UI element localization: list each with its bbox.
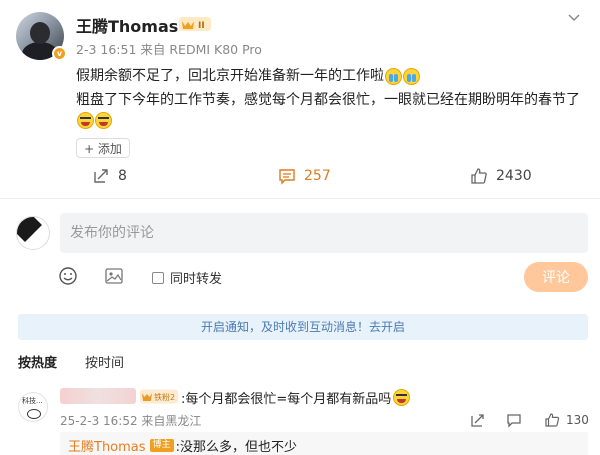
reply-text: :没那么多，但也不少 — [175, 440, 297, 455]
post-header: v 王腾Thomas II 2-3 16:51 来自 REDMI K80 Pro — [16, 10, 586, 61]
author-username[interactable]: 王腾Thomas — [76, 13, 178, 37]
like-button[interactable]: 2430 — [470, 164, 532, 188]
comment-body: :每个月都会很忙=每个月都有新品吗 — [181, 392, 392, 407]
comment-icon — [279, 169, 295, 185]
add-button[interactable]: + 添加 — [76, 138, 130, 158]
repost-checkbox[interactable]: 同时转发 — [152, 268, 222, 287]
post-line-3 — [76, 112, 596, 129]
submit-comment-button[interactable]: 评论 — [524, 262, 588, 292]
sort-tabs: 按热度 按时间 — [18, 352, 152, 374]
crown-badge-level: II — [198, 21, 205, 31]
thumbs-up-icon — [545, 413, 560, 427]
notification-banner[interactable]: 开启通知，及时收到互动消息！去开启 — [18, 314, 588, 340]
section-divider — [0, 198, 600, 199]
reply-icon[interactable] — [506, 412, 522, 428]
tab-sort-time[interactable]: 按时间 — [85, 352, 124, 374]
post-line-1: 假期余额不足了，回北京开始准备新一年的工作啦 — [76, 64, 596, 88]
laugh-cry-emoji-icon — [393, 389, 411, 406]
commenter-avatar-text: 科技... — [22, 397, 43, 405]
post-content: 假期余额不足了，回北京开始准备新一年的工作啦 粗盘了下今年的工作节奏，感觉每个月… — [76, 64, 596, 129]
post-line-2: 粗盘了下今年的工作节奏，感觉每个月都会很忙，一眼就已经在期盼明年的春节了 — [76, 88, 596, 112]
repost-icon — [94, 169, 108, 183]
image-upload-icon[interactable] — [104, 266, 124, 286]
comment-like-button[interactable]: 130 — [544, 412, 589, 428]
fan-level-text: 铁粉2 — [154, 392, 175, 402]
share-icon[interactable] — [470, 412, 486, 428]
comment-like-count: 130 — [566, 413, 589, 427]
repost-button[interactable]: 8 — [92, 164, 127, 188]
cry-emoji-icon — [403, 67, 420, 85]
chevron-down-icon[interactable] — [566, 10, 582, 26]
commenter-name-redacted[interactable] — [60, 388, 136, 404]
repost-checkbox-label: 同时转发 — [170, 272, 223, 287]
tab-sort-hot[interactable]: 按热度 — [18, 352, 57, 374]
author-host-badge: 博主 — [149, 439, 174, 452]
reply-author[interactable]: 王腾Thomas — [68, 436, 146, 455]
comment-button[interactable]: 257 — [278, 164, 331, 188]
thumbs-up-icon — [471, 168, 487, 184]
post-text-line-2: 粗盘了下今年的工作节奏，感觉每个月都会很忙，一眼就已经在期盼明年的春节了 — [76, 92, 580, 108]
like-count: 2430 — [496, 168, 532, 184]
comment-meta: 25-2-3 16:52 来自黑龙江 — [60, 414, 202, 428]
laugh-cry-emoji-icon — [95, 112, 112, 129]
current-user-avatar[interactable] — [16, 216, 50, 250]
cry-emoji-icon — [385, 67, 402, 85]
repost-count: 8 — [118, 168, 127, 184]
checkbox-box[interactable] — [152, 271, 164, 284]
comment-input[interactable]: 发布你的评论 — [60, 213, 588, 253]
emoji-picker-icon[interactable] — [58, 266, 78, 286]
post-meta: 2-3 16:51 来自 REDMI K80 Pro — [76, 42, 262, 57]
comment-count: 257 — [304, 168, 331, 184]
verified-badge-icon: v — [52, 46, 67, 61]
laugh-cry-emoji-icon — [77, 112, 94, 129]
reply-preview[interactable]: 王腾Thomas 博主 :没那么多，但也不少 — [60, 436, 588, 455]
member-crown-badge-icon[interactable]: II — [179, 16, 211, 32]
comment-text: :每个月都会很忙=每个月都有新品吗 — [181, 388, 411, 407]
commenter-avatar[interactable]: 科技... — [18, 392, 48, 422]
post-text-line-1: 假期余额不足了，回北京开始准备新一年的工作啦 — [76, 68, 384, 84]
post-actions: 8 257 2430 — [0, 164, 600, 190]
fan-level-badge-icon: 铁粉2 — [140, 389, 178, 404]
